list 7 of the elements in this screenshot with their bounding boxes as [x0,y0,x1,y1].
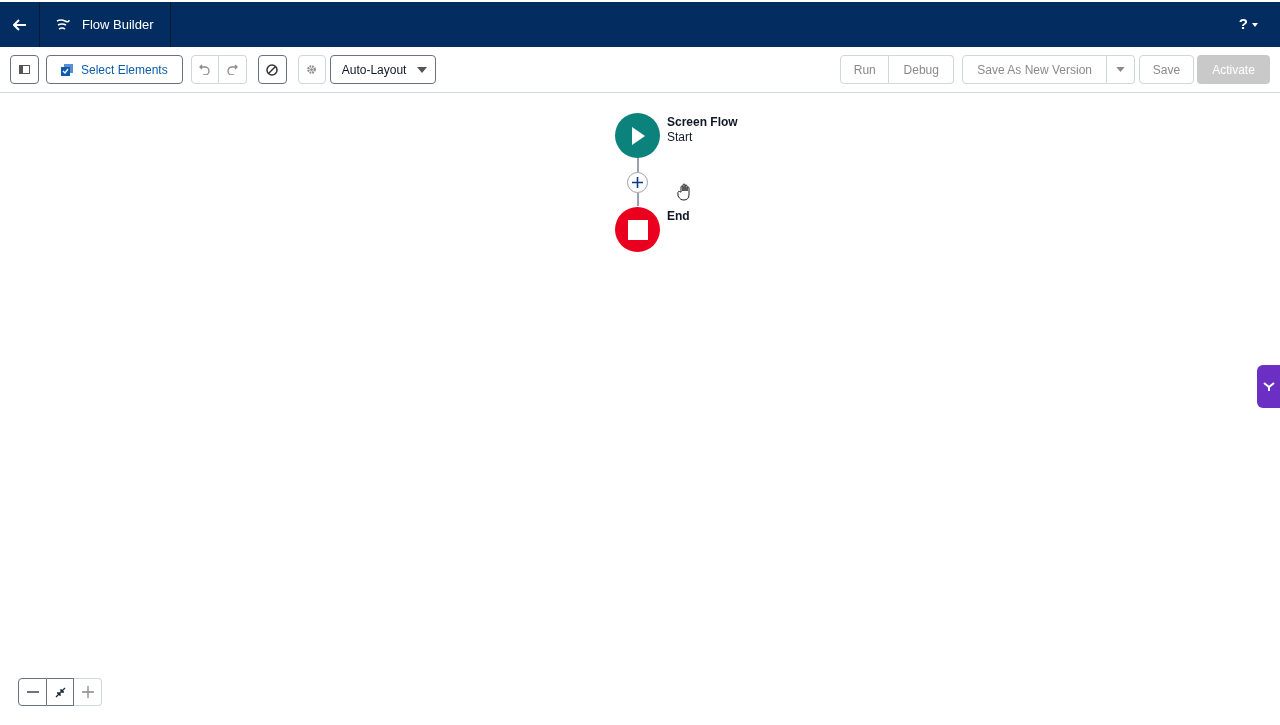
node-title: Screen Flow [667,115,738,130]
node-title: End [667,209,690,224]
layout-dropdown[interactable]: Auto-Layout [329,55,436,84]
app-title: Flow Builder [82,15,154,34]
node-subtitle: Start [667,130,694,145]
select-elements-button[interactable]: Select Elements [46,55,183,84]
help-menu-button[interactable]: ? [1230,2,1280,47]
